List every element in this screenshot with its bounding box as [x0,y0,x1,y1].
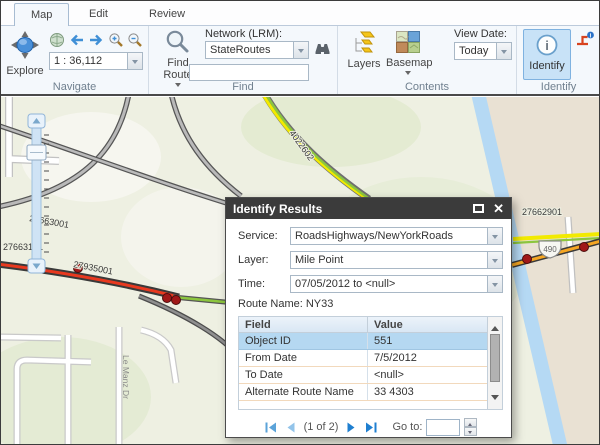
table-header-row: Field Value [239,317,487,333]
time-value: 07/05/2012 to <null> [291,276,487,292]
app-window: Map Edit Review Explore [0,0,600,445]
compass-icon [8,30,42,62]
goto-label: Go to: [392,421,422,433]
group-find: Find Route Network (LRM): StateRoutes Fi… [149,26,338,94]
first-page-icon[interactable] [264,421,277,434]
next-page-icon[interactable] [346,421,357,434]
scale-dropdown-button[interactable] [127,53,142,69]
pagination-bar: (1 of 2) Go to: [238,418,503,436]
tab-map[interactable]: Map [14,3,69,27]
view-date-value: Today [455,43,496,59]
view-date-dropdown-button[interactable] [496,43,511,59]
spinner-down-icon[interactable] [464,427,477,436]
time-dropdown-button[interactable] [487,276,502,292]
group-contents: Layers Basemap View Date: Today Con [338,26,517,94]
scroll-up-icon[interactable] [491,322,499,331]
tab-review[interactable]: Review [133,3,201,26]
network-lrm-combobox[interactable]: StateRoutes [205,41,309,59]
service-combobox[interactable]: RoadsHighways/NewYorkRoads [290,227,503,245]
page-indicator: (1 of 2) [304,421,339,433]
magnifier-icon [165,30,191,54]
find-route-value-input[interactable] [189,64,309,81]
group-label-identify: Identify [517,81,600,93]
binoculars-icon[interactable] [314,41,331,55]
layer-combobox[interactable]: Mile Point [290,251,503,269]
service-dropdown-button[interactable] [487,228,502,244]
scrollbar-thumb[interactable] [490,334,500,382]
group-identify: i Identify i Identify [517,26,600,94]
layer-label: Layer: [238,254,290,266]
scale-value: 1 : 36,112 [50,53,127,69]
goto-spinner[interactable] [464,418,477,436]
group-label-find: Find [149,81,337,93]
basemap-button[interactable]: Basemap [386,31,430,81]
layers-button[interactable]: Layers [345,31,383,70]
ribbon: Explore [1,26,599,96]
close-icon[interactable]: ✕ [493,203,504,214]
svg-text:Le Manz Dr: Le Manz Dr [121,355,131,399]
table-row-partial [239,401,487,409]
previous-extent-icon[interactable] [68,33,85,47]
view-date-label: View Date: [454,28,507,40]
table-row[interactable]: Object ID551 [239,333,487,350]
network-lrm-value: StateRoutes [206,42,293,58]
group-navigate: Explore [1,26,149,94]
network-lrm-dropdown-button[interactable] [293,42,308,58]
layers-label: Layers [345,58,383,70]
table-scrollbar[interactable] [487,317,502,409]
identify-icon: i [535,33,559,57]
attributes-table: Field Value Object ID551 From Date7/5/20… [238,316,503,410]
identify-route-icon[interactable]: i [575,31,595,48]
time-combobox[interactable]: 07/05/2012 to <null> [290,275,503,293]
layers-icon [351,31,377,55]
basemap-dropdown-caret [405,71,411,78]
basemap-icon [396,31,420,54]
identify-results-dialog: Identify Results ✕ Service: RoadsHighway… [225,197,512,438]
zoom-in-icon[interactable] [108,32,124,48]
identify-label: Identify [524,60,570,72]
spinner-up-icon[interactable] [464,418,477,427]
view-date-combobox[interactable]: Today [454,42,512,60]
zoom-out-icon[interactable] [127,32,143,48]
ribbon-tab-bar: Map Edit Review [1,1,599,26]
svg-text:i: i [545,38,549,53]
scroll-down-icon[interactable] [491,395,499,404]
group-label-contents: Contents [338,81,516,93]
layer-value: Mile Point [291,252,487,268]
dialog-title: Identify Results [233,202,473,216]
value-column-header: Value [367,317,487,332]
service-label: Service: [238,230,290,242]
scale-combobox[interactable]: 1 : 36,112 [49,52,143,70]
time-label: Time: [238,278,290,290]
svg-text:27662901: 27662901 [522,207,562,217]
identify-button[interactable]: i Identify [523,29,571,80]
tab-edit[interactable]: Edit [73,3,124,26]
previous-page-icon[interactable] [285,421,296,434]
table-row[interactable]: To Date<null> [239,367,487,384]
goto-page-input[interactable] [426,419,460,436]
field-column-header: Field [239,319,367,331]
maximize-icon[interactable] [473,204,484,213]
next-extent-icon[interactable] [88,33,105,47]
explore-button[interactable]: Explore [5,30,45,77]
table-row[interactable]: From Date7/5/2012 [239,350,487,367]
explore-label: Explore [5,65,45,77]
last-page-icon[interactable] [365,421,378,434]
route-name-text: Route Name: NY33 [238,298,503,313]
network-lrm-label: Network (LRM): [205,28,282,40]
svg-text:490: 490 [543,245,557,254]
service-value: RoadsHighways/NewYorkRoads [291,228,487,244]
table-row[interactable]: Alternate Route Name33 4303 [239,384,487,401]
full-extent-icon[interactable] [49,32,65,48]
layer-dropdown-button[interactable] [487,252,502,268]
basemap-label: Basemap [386,57,430,69]
dialog-header[interactable]: Identify Results ✕ [226,198,511,219]
group-label-navigate: Navigate [1,81,148,93]
